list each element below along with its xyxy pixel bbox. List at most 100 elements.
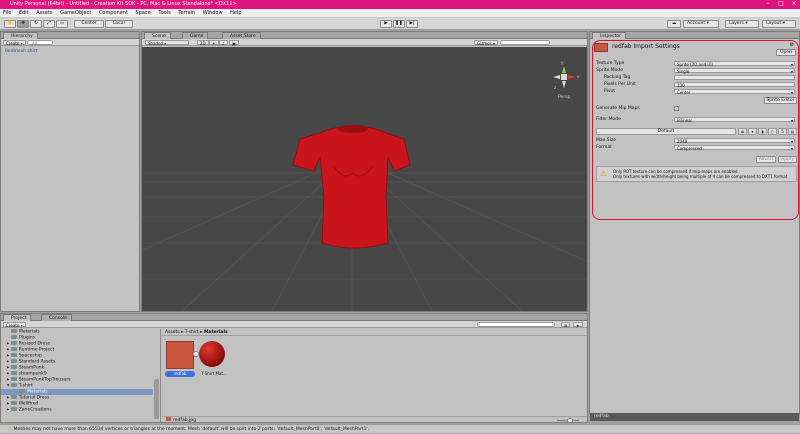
asset-redfab-label[interactable]: redfab xyxy=(165,371,195,377)
pause-icon[interactable]: ❚❚ xyxy=(393,20,405,28)
project-tabbar: Project Console xyxy=(1,314,587,321)
hand-tool-icon[interactable]: ✋ xyxy=(4,20,16,28)
project-search-input[interactable] xyxy=(477,322,555,327)
tab-hierarchy[interactable]: Hierarchy xyxy=(3,32,38,39)
rotate-tool-icon[interactable]: ↻ xyxy=(30,20,42,28)
generate-mip-checkbox[interactable]: ✓ xyxy=(674,106,679,111)
preview-bar[interactable]: redfab xyxy=(590,413,799,421)
layers-dropdown[interactable]: Layers ▾ xyxy=(725,20,759,28)
tab-scene[interactable]: Scene xyxy=(144,32,171,39)
revert-button[interactable]: Revert xyxy=(756,156,776,163)
pivot-center-button[interactable]: Center xyxy=(74,20,104,28)
filter-mode-dropdown[interactable]: Bilinear xyxy=(674,117,795,123)
webgl-platform-icon[interactable]: 5 xyxy=(778,128,787,135)
project-create-button[interactable]: Create ▾ xyxy=(3,322,26,328)
account-dropdown[interactable]: Account ▾ xyxy=(683,20,719,28)
apply-button[interactable]: Apply xyxy=(778,156,797,163)
scene-gizmo[interactable]: y x z xyxy=(552,60,579,90)
menu-edit[interactable]: Edit xyxy=(16,9,32,18)
sprite-mode-dropdown[interactable]: Single xyxy=(674,68,795,74)
warning-icon: ⚠ xyxy=(600,169,608,178)
tshirt-model[interactable] xyxy=(292,125,411,249)
filter-type-icon[interactable]: ⊞ xyxy=(561,322,571,328)
android-platform-icon[interactable]: ▯ xyxy=(768,128,777,135)
pivot-dropdown[interactable]: Center xyxy=(674,89,795,95)
status-bar[interactable]: ⚠ Meshes may not have more than 65534 ve… xyxy=(0,424,800,433)
breadcrumb-tshirt[interactable]: T-shirt xyxy=(185,330,199,335)
hierarchy-search-input[interactable]: All xyxy=(27,40,53,46)
menu-help[interactable]: Help xyxy=(227,9,244,18)
tab-inspector-label: Inspector xyxy=(600,34,621,39)
asset-tshirt-material-label[interactable]: T-Shirt Mat... xyxy=(197,371,231,377)
asset-tshirt-material-thumbnail[interactable] xyxy=(199,341,225,367)
pivot-space-button[interactable]: Local xyxy=(105,20,133,28)
tree-item-label: steampunk9 xyxy=(18,371,47,377)
gear-icon[interactable]: ⚙ xyxy=(790,42,794,48)
standalone-platform-icon[interactable]: ▾ xyxy=(748,128,757,135)
scene-tabbar: Scene Game Asset Store xyxy=(142,32,587,39)
tree-item-label: ZaneCreations xyxy=(18,407,52,413)
folder-icon xyxy=(10,407,17,411)
menu-tools[interactable]: Tools xyxy=(155,9,173,18)
tab-game[interactable]: Game xyxy=(182,32,209,39)
favorite-icon[interactable]: ★ xyxy=(573,322,583,328)
menu-space[interactable]: Space xyxy=(133,9,154,18)
web-platform-icon[interactable]: ◍ xyxy=(738,128,747,135)
pivot-center-label: Center xyxy=(81,21,97,26)
pixels-per-unit-input[interactable]: 100 xyxy=(674,82,795,88)
menu-component[interactable]: Component xyxy=(96,9,131,18)
gizmo-persp-label[interactable]: Persp xyxy=(558,95,570,100)
max-size-dropdown[interactable]: 2048 xyxy=(674,138,795,144)
tree-item-label: Standard Assets xyxy=(18,359,56,365)
lighting-icon[interactable]: ☀ xyxy=(209,40,219,46)
generate-mip-label: Generate Mip Maps xyxy=(596,106,640,111)
audio-icon[interactable]: ♪ xyxy=(219,40,228,46)
platform-default-tab[interactable]: Default xyxy=(596,128,736,135)
sprite-editor-button[interactable]: Sprite Editor xyxy=(764,97,797,104)
windows-store-platform-icon[interactable]: ▤ xyxy=(788,128,797,135)
tab-console[interactable]: Console xyxy=(41,314,72,321)
shading-mode-dropdown[interactable]: Shaded ▾ xyxy=(145,40,189,46)
scale-tool-icon[interactable]: ⤢ xyxy=(43,20,55,28)
move-tool-icon[interactable]: ✥ xyxy=(17,20,29,28)
ios-platform-icon[interactable]: ▮ xyxy=(758,128,767,135)
mode-2d-toggle[interactable]: 2D xyxy=(197,40,209,46)
menu-assets[interactable]: Assets xyxy=(33,9,55,18)
step-icon[interactable]: ▶| xyxy=(406,20,418,28)
tree-scrollbar[interactable] xyxy=(154,379,159,419)
gizmo-y-label: y xyxy=(561,60,564,65)
asset-redfab-thumbnail[interactable] xyxy=(166,341,194,369)
tab-inspector[interactable]: Inspector xyxy=(592,32,626,39)
scene-search-input[interactable] xyxy=(500,40,550,45)
minimize-icon[interactable]: – xyxy=(762,0,774,9)
rect-tool-icon[interactable]: ▭ xyxy=(56,20,68,28)
tab-asset-store[interactable]: Asset Store xyxy=(222,32,261,39)
hierarchy-create-button[interactable]: Create ▾ xyxy=(3,40,26,46)
menu-terrain[interactable]: Terrain xyxy=(175,9,198,18)
layout-dropdown[interactable]: Layout ▾ xyxy=(762,20,796,28)
tree-item[interactable]: ▸ ZaneCreations xyxy=(7,407,52,413)
effects-icon[interactable]: ▣ xyxy=(229,40,239,46)
open-button[interactable]: Open xyxy=(776,49,796,56)
menu-gameobject[interactable]: GameObject xyxy=(57,9,94,18)
packing-tag-label: Packing Tag xyxy=(604,75,631,80)
cloud-icon[interactable]: ☁ xyxy=(667,20,681,28)
thumbnail-size-slider-handle[interactable] xyxy=(567,418,573,423)
tab-project[interactable]: Project xyxy=(3,314,32,321)
menu-window[interactable]: Window xyxy=(200,9,226,18)
gizmos-dropdown[interactable]: Gizmos ▾ xyxy=(474,40,499,46)
packing-tag-input[interactable] xyxy=(674,75,795,80)
maximize-icon[interactable]: □ xyxy=(775,0,787,9)
close-icon[interactable]: × xyxy=(788,0,800,9)
texture-type-dropdown[interactable]: Sprite (2D and UI) xyxy=(674,61,795,67)
hierarchy-item-label: Redmesh shirt xyxy=(5,49,38,54)
material-expand-icon[interactable] xyxy=(193,351,199,357)
menu-file[interactable]: File xyxy=(0,9,14,18)
play-icon[interactable]: ▶ xyxy=(380,20,392,28)
folder-icon xyxy=(10,347,17,351)
hierarchy-item[interactable]: Redmesh shirt xyxy=(5,49,37,55)
breadcrumb-materials[interactable]: Materials xyxy=(204,330,228,335)
breadcrumb-assets[interactable]: Assets xyxy=(165,330,180,335)
scene-viewport[interactable]: y x z Persp xyxy=(81,47,623,312)
format-dropdown[interactable]: Compressed xyxy=(674,145,795,151)
